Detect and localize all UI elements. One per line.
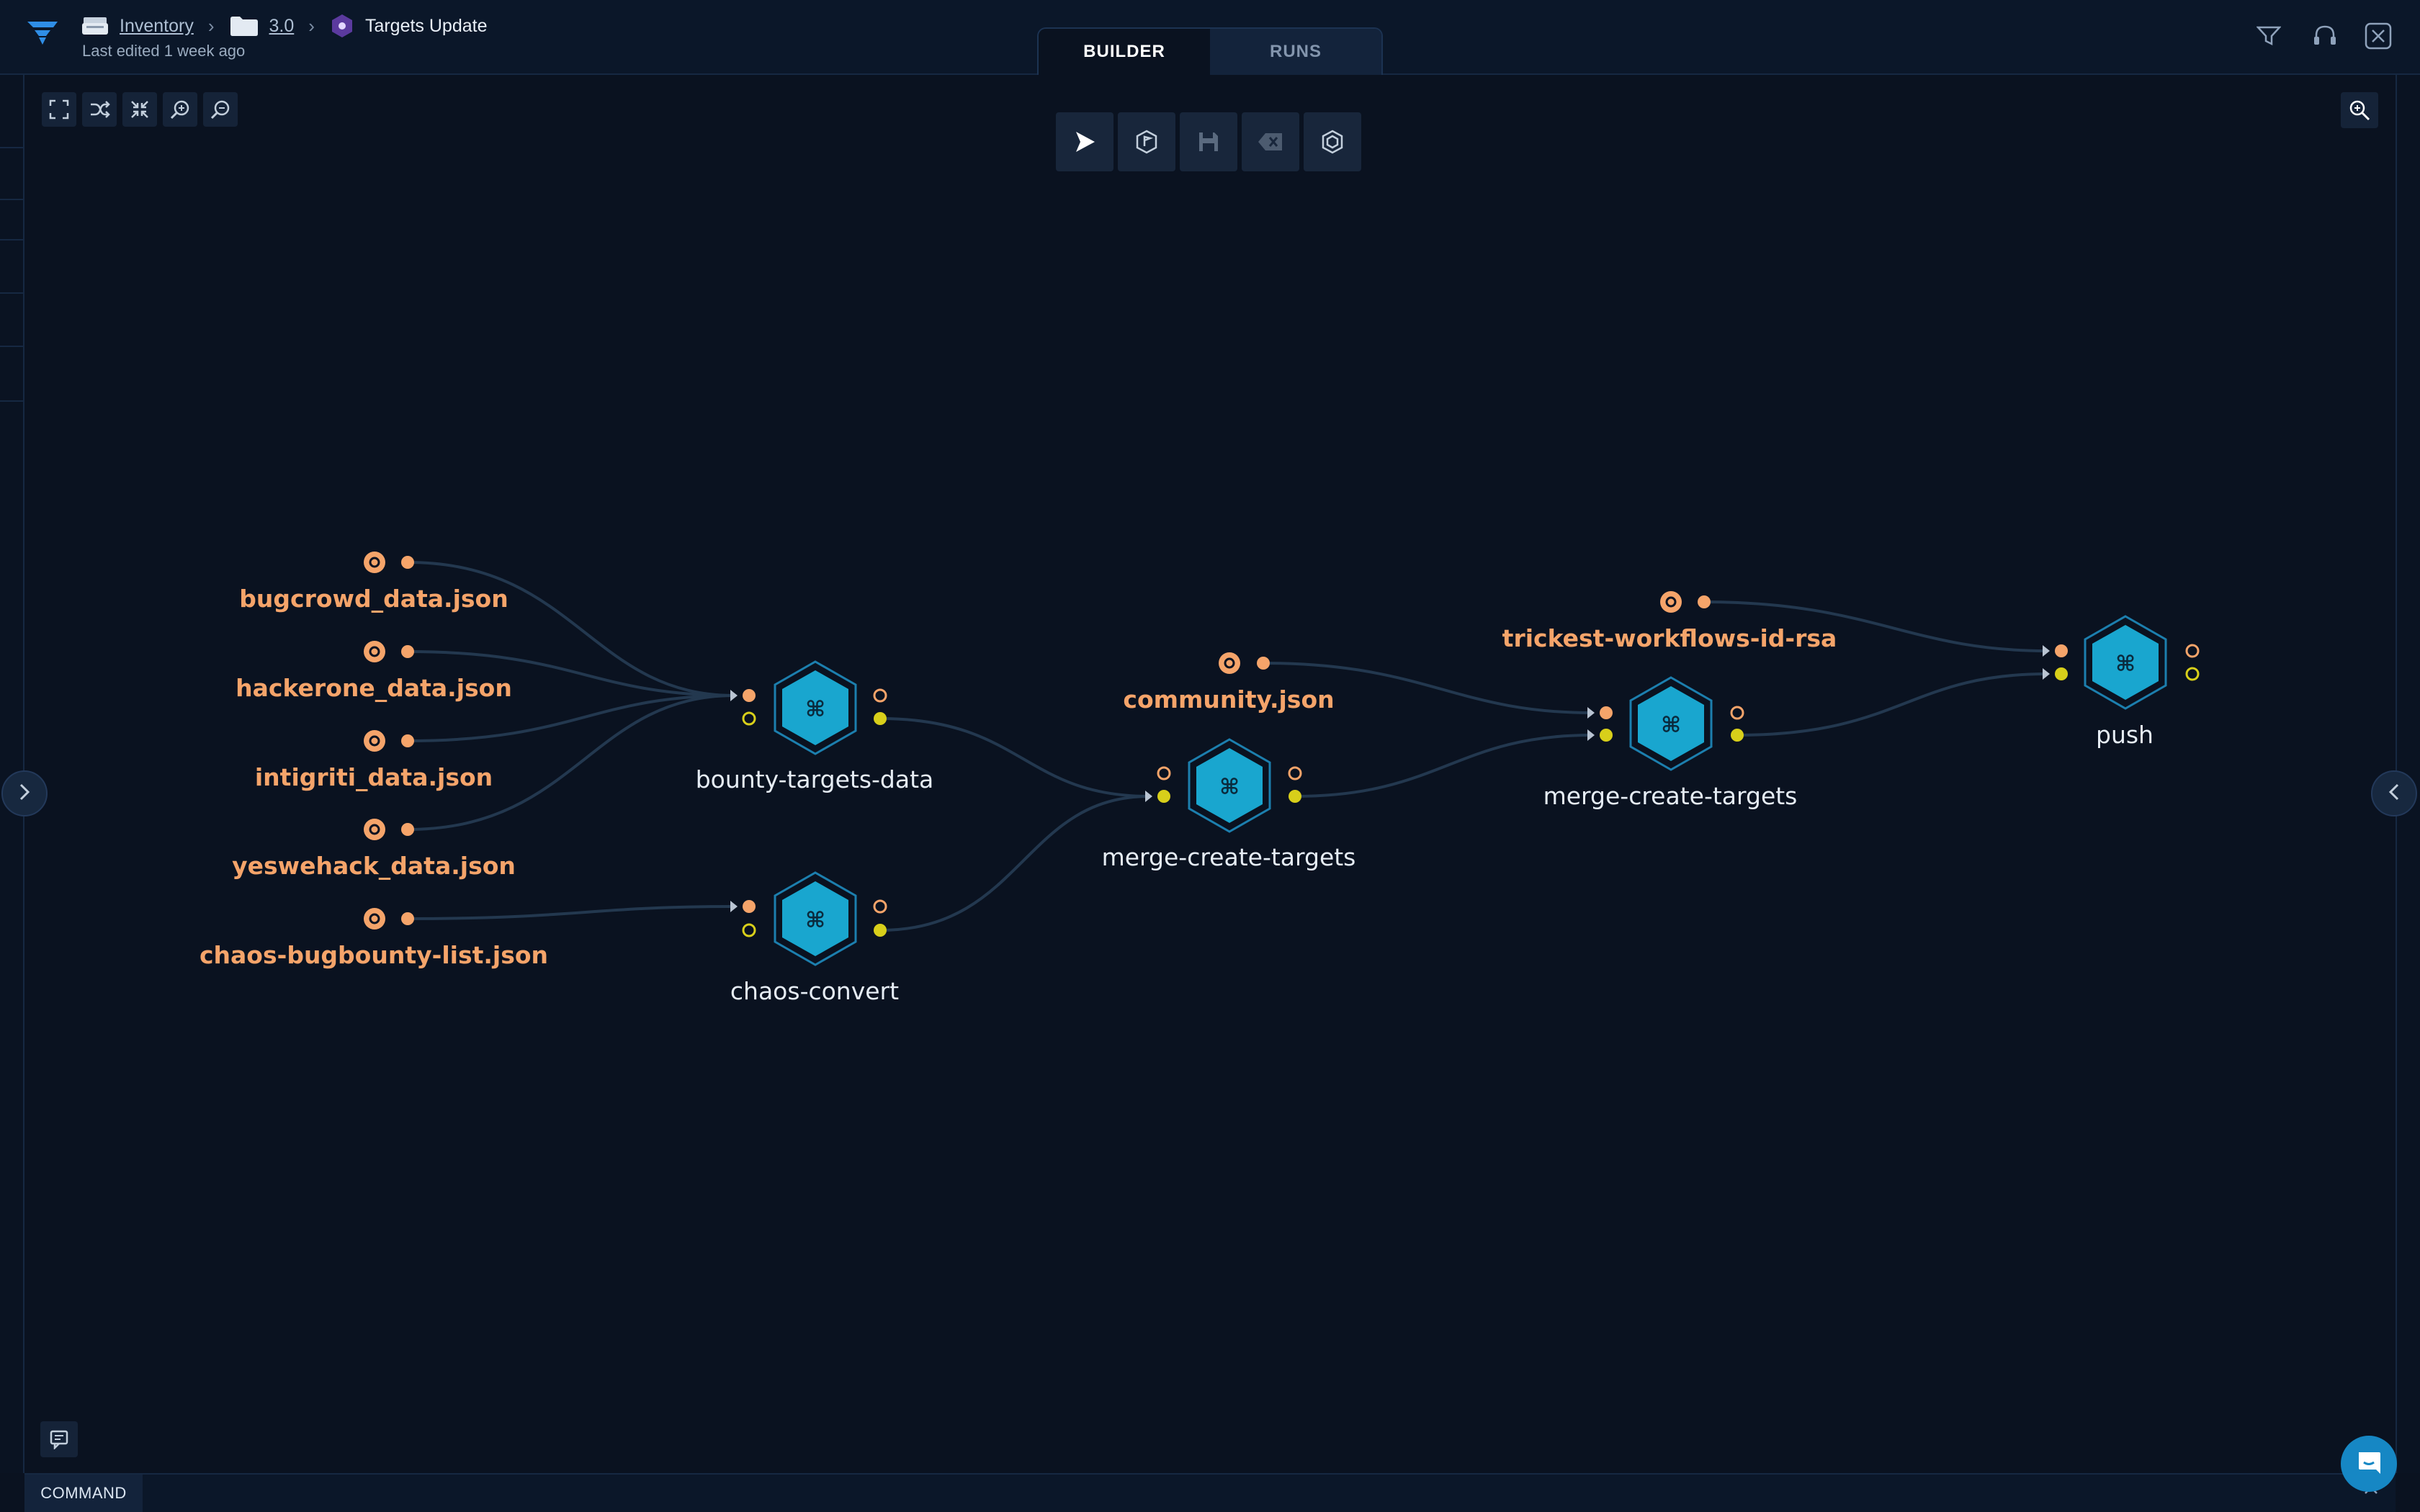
command-bar: COMMAND [24,1473,2396,1512]
command-tab[interactable]: COMMAND [24,1475,143,1512]
search-zoom-icon[interactable] [2341,92,2378,128]
input-port [743,689,756,702]
tool-icon: ⌘ [1661,713,1681,738]
collapse-icon[interactable] [122,92,157,127]
tool-icon: ⌘ [1219,775,1240,800]
expand-left-panel-button[interactable] [1,770,48,816]
input-port [1600,729,1613,742]
input-file-hackerone[interactable]: hackerone_data.json [236,641,512,702]
support-chat-button[interactable] [2341,1436,2397,1492]
node-chaos-convert[interactable]: ⌘ chaos-convert [730,871,899,1005]
output-port [1730,706,1744,720]
workflow-canvas[interactable]: bugcrowd_data.json hackerone_data.json i… [0,0,2420,1512]
canvas-toolbar [42,92,238,127]
input-port [742,711,756,726]
fullscreen-icon[interactable] [42,92,76,127]
input-file-community[interactable]: community.json [1123,652,1335,714]
comment-icon[interactable] [40,1421,78,1457]
input-port [1600,706,1613,719]
input-label: hackerone_data.json [236,674,512,702]
chat-bubble-icon [2354,1448,2383,1480]
run-play-icon[interactable] [1056,112,1113,171]
output-port [401,556,414,569]
output-port [401,645,414,658]
node-push[interactable]: ⌘ push [2043,615,2200,749]
chevron-right-icon [17,782,32,806]
chevron-left-icon [2387,782,2401,806]
input-port [743,900,756,913]
save-icon[interactable] [1180,112,1237,171]
input-label: intigriti_data.json [255,763,493,791]
workflow-actions-toolbar [1056,112,1361,171]
node-label: merge-create-targets [1543,782,1798,810]
output-port [1698,595,1711,608]
input-label: chaos-bugbounty-list.json [200,941,548,969]
node-label: bounty-targets-data [696,765,934,793]
input-port [1157,766,1171,780]
output-port [873,899,887,914]
expand-right-panel-button[interactable] [2371,770,2417,816]
file-icon [364,908,385,930]
output-port [1288,766,1302,780]
input-label: yeswehack_data.json [232,852,516,880]
output-port [401,912,414,925]
tool-icon: ⌘ [2115,652,2136,677]
node-merge-create-targets-2[interactable]: ⌘ merge-create-targets [1543,676,1798,810]
output-port [1289,790,1301,803]
file-icon [364,552,385,573]
input-file-bugcrowd[interactable]: bugcrowd_data.json [239,552,508,613]
input-label: bugcrowd_data.json [239,585,508,613]
input-port [2055,667,2068,680]
clear-icon[interactable] [1242,112,1299,171]
input-port [1157,790,1170,803]
file-icon [1660,591,1682,613]
output-port [1731,729,1744,742]
output-port [1257,657,1270,670]
tool-icon: ⌘ [805,908,825,933]
output-port [874,712,887,725]
output-port [401,734,414,747]
input-file-yeswehack[interactable]: yeswehack_data.json [232,819,516,880]
file-icon [364,730,385,752]
zoom-out-icon[interactable] [203,92,238,127]
file-icon [364,641,385,662]
node-label: push [2096,721,2154,749]
node-merge-create-targets-1[interactable]: ⌘ merge-create-targets [1102,738,1356,871]
output-port [2185,667,2200,681]
tool-icon: ⌘ [805,697,825,722]
node-bounty-targets-data[interactable]: ⌘ bounty-targets-data [696,660,934,793]
node-label: chaos-convert [730,977,899,1005]
node-label: merge-create-targets [1102,843,1356,871]
file-icon [1219,652,1240,674]
shuffle-layout-icon[interactable] [82,92,117,127]
output-port [401,823,414,836]
hexagon-settings-icon[interactable] [1304,112,1361,171]
output-port [874,924,887,937]
file-icon [364,819,385,840]
input-label: trickest-workflows-id-rsa [1502,624,1837,652]
hexagon-flag-icon[interactable] [1118,112,1175,171]
input-port [2055,644,2068,657]
zoom-in-icon[interactable] [163,92,197,127]
output-port [2185,644,2200,658]
input-port [742,923,756,937]
output-port [873,688,887,703]
input-label: community.json [1123,685,1334,714]
input-file-trickest-workflows-id-rsa[interactable]: trickest-workflows-id-rsa [1502,591,1837,652]
